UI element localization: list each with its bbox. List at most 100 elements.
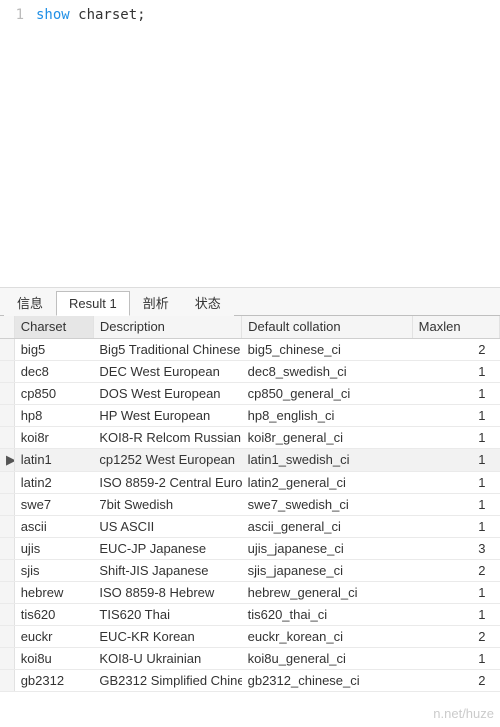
cell-charset: cp850 [14, 382, 93, 404]
cell-charset: sjis [14, 559, 93, 581]
cell-charset: big5 [14, 338, 93, 360]
cell-collation: euckr_korean_ci [242, 625, 413, 647]
tab-状态[interactable]: 状态 [182, 288, 234, 316]
table-row[interactable]: koi8uKOI8-U Ukrainiankoi8u_general_ci1 [0, 647, 500, 669]
cell-charset: ascii [14, 515, 93, 537]
cell-collation: hp8_english_ci [242, 404, 413, 426]
row-marker [0, 581, 14, 603]
row-marker [0, 537, 14, 559]
row-marker [0, 515, 14, 537]
cell-charset: euckr [14, 625, 93, 647]
col-description[interactable]: Description [93, 316, 241, 338]
cell-collation: dec8_swedish_ci [242, 360, 413, 382]
cell-charset: koi8r [14, 426, 93, 448]
table-row[interactable]: cp850DOS West Europeancp850_general_ci1 [0, 382, 500, 404]
sql-text: charset; [70, 7, 146, 23]
cell-maxlen: 1 [412, 404, 499, 426]
cell-charset: latin2 [14, 471, 93, 493]
watermark: n.net/huze [433, 706, 494, 721]
cell-description: KOI8-U Ukrainian [93, 647, 241, 669]
result-grid[interactable]: Charset Description Default collation Ma… [0, 316, 500, 692]
cell-charset: latin1 [14, 448, 93, 471]
cell-charset: gb2312 [14, 669, 93, 691]
cell-charset: ujis [14, 537, 93, 559]
row-marker [0, 647, 14, 669]
row-marker [0, 669, 14, 691]
table-row[interactable]: sjisShift-JIS Japanesesjis_japanese_ci2 [0, 559, 500, 581]
cell-description: Big5 Traditional Chinese [93, 338, 241, 360]
cell-maxlen: 1 [412, 603, 499, 625]
row-marker [0, 471, 14, 493]
row-marker: ▶ [0, 448, 14, 471]
row-marker [0, 603, 14, 625]
cell-charset: swe7 [14, 493, 93, 515]
cell-collation: koi8r_general_ci [242, 426, 413, 448]
cell-description: DEC West European [93, 360, 241, 382]
header-marker [0, 316, 14, 338]
table-row[interactable]: gb2312GB2312 Simplified Chinesegb2312_ch… [0, 669, 500, 691]
cell-description: 7bit Swedish [93, 493, 241, 515]
cell-charset: hp8 [14, 404, 93, 426]
cell-collation: ujis_japanese_ci [242, 537, 413, 559]
col-collation[interactable]: Default collation [242, 316, 413, 338]
cell-description: ISO 8859-8 Hebrew [93, 581, 241, 603]
cell-collation: swe7_swedish_ci [242, 493, 413, 515]
row-marker [0, 625, 14, 647]
cell-maxlen: 1 [412, 493, 499, 515]
table-row[interactable]: ujisEUC-JP Japaneseujis_japanese_ci3 [0, 537, 500, 559]
cell-maxlen: 1 [412, 647, 499, 669]
tab-剖析[interactable]: 剖析 [130, 288, 182, 316]
cell-maxlen: 2 [412, 669, 499, 691]
cell-description: EUC-JP Japanese [93, 537, 241, 559]
table-row[interactable]: swe77bit Swedishswe7_swedish_ci1 [0, 493, 500, 515]
col-maxlen[interactable]: Maxlen [412, 316, 499, 338]
row-marker [0, 493, 14, 515]
col-charset[interactable]: Charset [14, 316, 93, 338]
cell-description: EUC-KR Korean [93, 625, 241, 647]
row-marker [0, 338, 14, 360]
cell-description: cp1252 West European [93, 448, 241, 471]
cell-collation: cp850_general_ci [242, 382, 413, 404]
table-row[interactable]: euckrEUC-KR Koreaneuckr_korean_ci2 [0, 625, 500, 647]
cell-charset: tis620 [14, 603, 93, 625]
line-number: 1 [0, 4, 36, 26]
cell-collation: ascii_general_ci [242, 515, 413, 537]
cell-description: ISO 8859-2 Central European [93, 471, 241, 493]
cell-charset: hebrew [14, 581, 93, 603]
table-row[interactable]: hp8HP West Europeanhp8_english_ci1 [0, 404, 500, 426]
cell-maxlen: 1 [412, 581, 499, 603]
cell-collation: sjis_japanese_ci [242, 559, 413, 581]
cell-description: Shift-JIS Japanese [93, 559, 241, 581]
tab-信息[interactable]: 信息 [4, 288, 56, 316]
table-row[interactable]: koi8rKOI8-R Relcom Russiankoi8r_general_… [0, 426, 500, 448]
cell-charset: koi8u [14, 647, 93, 669]
cell-collation: latin1_swedish_ci [242, 448, 413, 471]
table-row[interactable]: ▶latin1cp1252 West Europeanlatin1_swedis… [0, 448, 500, 471]
row-marker [0, 559, 14, 581]
cell-maxlen: 1 [412, 360, 499, 382]
table-row[interactable]: latin2ISO 8859-2 Central Europeanlatin2_… [0, 471, 500, 493]
row-marker [0, 360, 14, 382]
table-row[interactable]: big5Big5 Traditional Chinesebig5_chinese… [0, 338, 500, 360]
cell-description: TIS620 Thai [93, 603, 241, 625]
table-row[interactable]: dec8DEC West Europeandec8_swedish_ci1 [0, 360, 500, 382]
sql-editor[interactable]: 1 show charset; [0, 0, 500, 288]
cell-collation: hebrew_general_ci [242, 581, 413, 603]
tab-result-1[interactable]: Result 1 [56, 291, 130, 316]
sql-keyword: show [36, 7, 70, 23]
result-tabbar: 信息Result 1剖析状态 [0, 288, 500, 316]
cell-charset: dec8 [14, 360, 93, 382]
cell-description: US ASCII [93, 515, 241, 537]
table-row[interactable]: hebrewISO 8859-8 Hebrewhebrew_general_ci… [0, 581, 500, 603]
cell-maxlen: 1 [412, 382, 499, 404]
table-row[interactable]: asciiUS ASCIIascii_general_ci1 [0, 515, 500, 537]
cell-maxlen: 2 [412, 625, 499, 647]
cell-collation: latin2_general_ci [242, 471, 413, 493]
row-marker [0, 426, 14, 448]
cell-maxlen: 1 [412, 515, 499, 537]
cell-collation: koi8u_general_ci [242, 647, 413, 669]
table-row[interactable]: tis620TIS620 Thaitis620_thai_ci1 [0, 603, 500, 625]
cell-maxlen: 1 [412, 448, 499, 471]
cell-maxlen: 2 [412, 338, 499, 360]
editor-line: 1 show charset; [0, 4, 500, 26]
